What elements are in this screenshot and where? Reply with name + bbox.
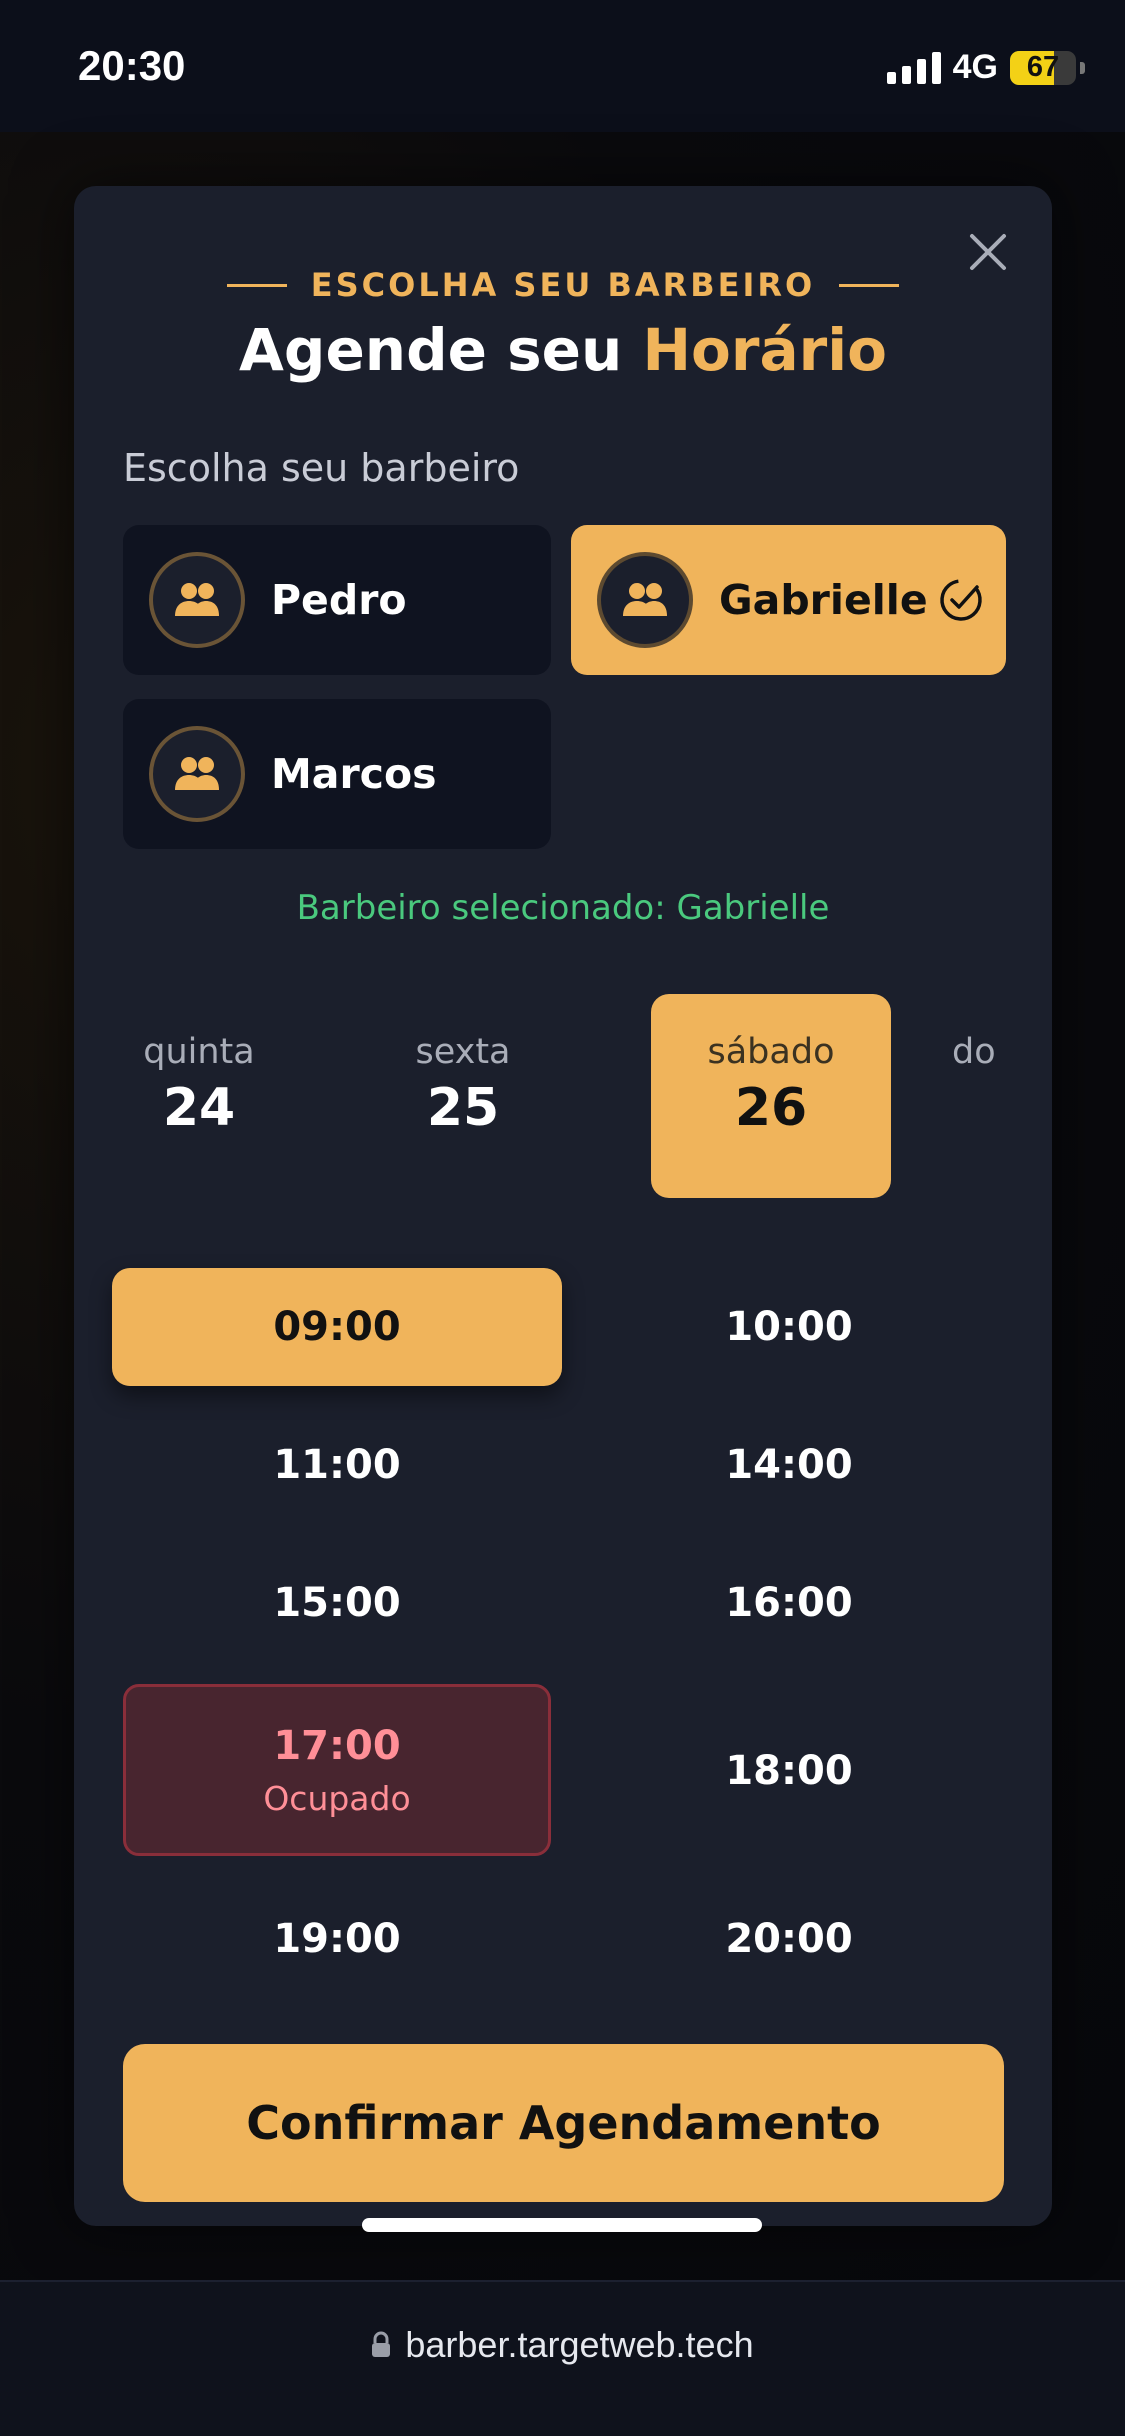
day-number: 25 bbox=[426, 1078, 500, 1138]
barber-name: Pedro bbox=[271, 576, 407, 624]
users-icon bbox=[175, 757, 219, 790]
time-slot[interactable]: 10:00 bbox=[564, 1268, 1014, 1386]
title-accent: Horário bbox=[642, 316, 887, 384]
day-name: sábado bbox=[707, 1032, 835, 1072]
eyebrow-text: ESCOLHA SEU BARBEIRO bbox=[310, 266, 816, 304]
day-name: sexta bbox=[415, 1032, 511, 1072]
barber-name: Marcos bbox=[271, 750, 437, 798]
slot-time: 10:00 bbox=[725, 1304, 853, 1350]
users-icon bbox=[623, 583, 667, 616]
barber-card-gabrielle[interactable]: Gabrielle bbox=[571, 525, 1006, 675]
signal-icon bbox=[886, 51, 941, 84]
time-slot[interactable]: 19:00 bbox=[112, 1880, 562, 1998]
slot-time: 11:00 bbox=[273, 1442, 401, 1488]
confirm-booking-button[interactable]: Confirmar Agendamento bbox=[123, 2044, 1004, 2202]
time-slot[interactable]: 20:00 bbox=[564, 1880, 1014, 1998]
network-label: 4G bbox=[952, 48, 998, 86]
browser-address-bar[interactable]: barber.targetweb.tech bbox=[0, 2280, 1125, 2436]
barber-card-pedro[interactable]: Pedro bbox=[123, 525, 551, 675]
users-icon bbox=[175, 583, 219, 616]
time-slot[interactable]: 09:00 bbox=[112, 1268, 562, 1386]
avatar bbox=[149, 552, 245, 648]
url-text: barber.targetweb.tech bbox=[405, 2324, 754, 2365]
slot-time: 14:00 bbox=[725, 1442, 853, 1488]
day-number: 24 bbox=[162, 1078, 236, 1138]
avatar bbox=[597, 552, 693, 648]
slot-time: 15:00 bbox=[273, 1580, 401, 1626]
status-bar: 20:30 4G 67 bbox=[0, 0, 1125, 132]
battery-icon: 67 bbox=[1010, 50, 1076, 85]
barber-card-marcos[interactable]: Marcos bbox=[123, 699, 551, 849]
day-domingo[interactable]: do bbox=[944, 994, 1052, 1198]
url-display[interactable]: barber.targetweb.tech bbox=[0, 2324, 1125, 2366]
eyebrow-line-right bbox=[839, 283, 900, 287]
title-main: Agende seu bbox=[239, 316, 643, 384]
barber-section-label: Escolha seu barbeiro bbox=[123, 446, 520, 490]
slot-time: 20:00 bbox=[725, 1916, 853, 1962]
eyebrow-line-left bbox=[226, 283, 287, 287]
battery-level: 67 bbox=[1026, 51, 1060, 83]
time-slot[interactable]: 15:00 bbox=[112, 1544, 562, 1662]
avatar bbox=[149, 726, 245, 822]
modal-title: Agende seu Horário bbox=[74, 316, 1052, 384]
slot-time: 17:00 bbox=[273, 1722, 401, 1769]
status-time: 20:30 bbox=[78, 42, 186, 89]
check-circle-icon bbox=[940, 579, 982, 621]
status-indicators: 4G 67 bbox=[886, 48, 1085, 87]
time-slot[interactable]: 14:00 bbox=[564, 1406, 1014, 1524]
slot-time: 18:00 bbox=[725, 1748, 853, 1794]
slot-time: 16:00 bbox=[725, 1580, 853, 1626]
day-sexta[interactable]: sexta 25 bbox=[343, 994, 583, 1198]
day-number: 26 bbox=[734, 1078, 808, 1138]
day-name: quinta bbox=[143, 1032, 255, 1072]
battery-nub bbox=[1080, 61, 1085, 74]
slot-status: Ocupado bbox=[263, 1778, 411, 1818]
day-selector: quinta 24 sexta 25 sábado 26 do bbox=[74, 994, 1052, 1200]
time-slot[interactable]: 18:00 bbox=[564, 1712, 1014, 1830]
slot-time: 19:00 bbox=[273, 1916, 401, 1962]
day-name: do bbox=[952, 1032, 996, 1072]
time-slot-busy: 17:00 Ocupado bbox=[123, 1684, 551, 1856]
booking-modal: ESCOLHA SEU BARBEIRO Agende seu Horário … bbox=[74, 186, 1052, 2226]
time-slot[interactable]: 11:00 bbox=[112, 1406, 562, 1524]
selected-barber-note: Barbeiro selecionado: Gabrielle bbox=[296, 888, 830, 928]
home-indicator[interactable] bbox=[362, 2218, 762, 2232]
eyebrow: ESCOLHA SEU BARBEIRO bbox=[74, 266, 1052, 304]
slot-time: 09:00 bbox=[273, 1304, 401, 1350]
lock-icon bbox=[372, 2331, 391, 2357]
day-quinta[interactable]: quinta 24 bbox=[79, 994, 319, 1198]
day-sabado[interactable]: sábado 26 bbox=[651, 994, 891, 1198]
barber-name: Gabrielle bbox=[719, 576, 928, 624]
time-slot[interactable]: 16:00 bbox=[564, 1544, 1014, 1662]
